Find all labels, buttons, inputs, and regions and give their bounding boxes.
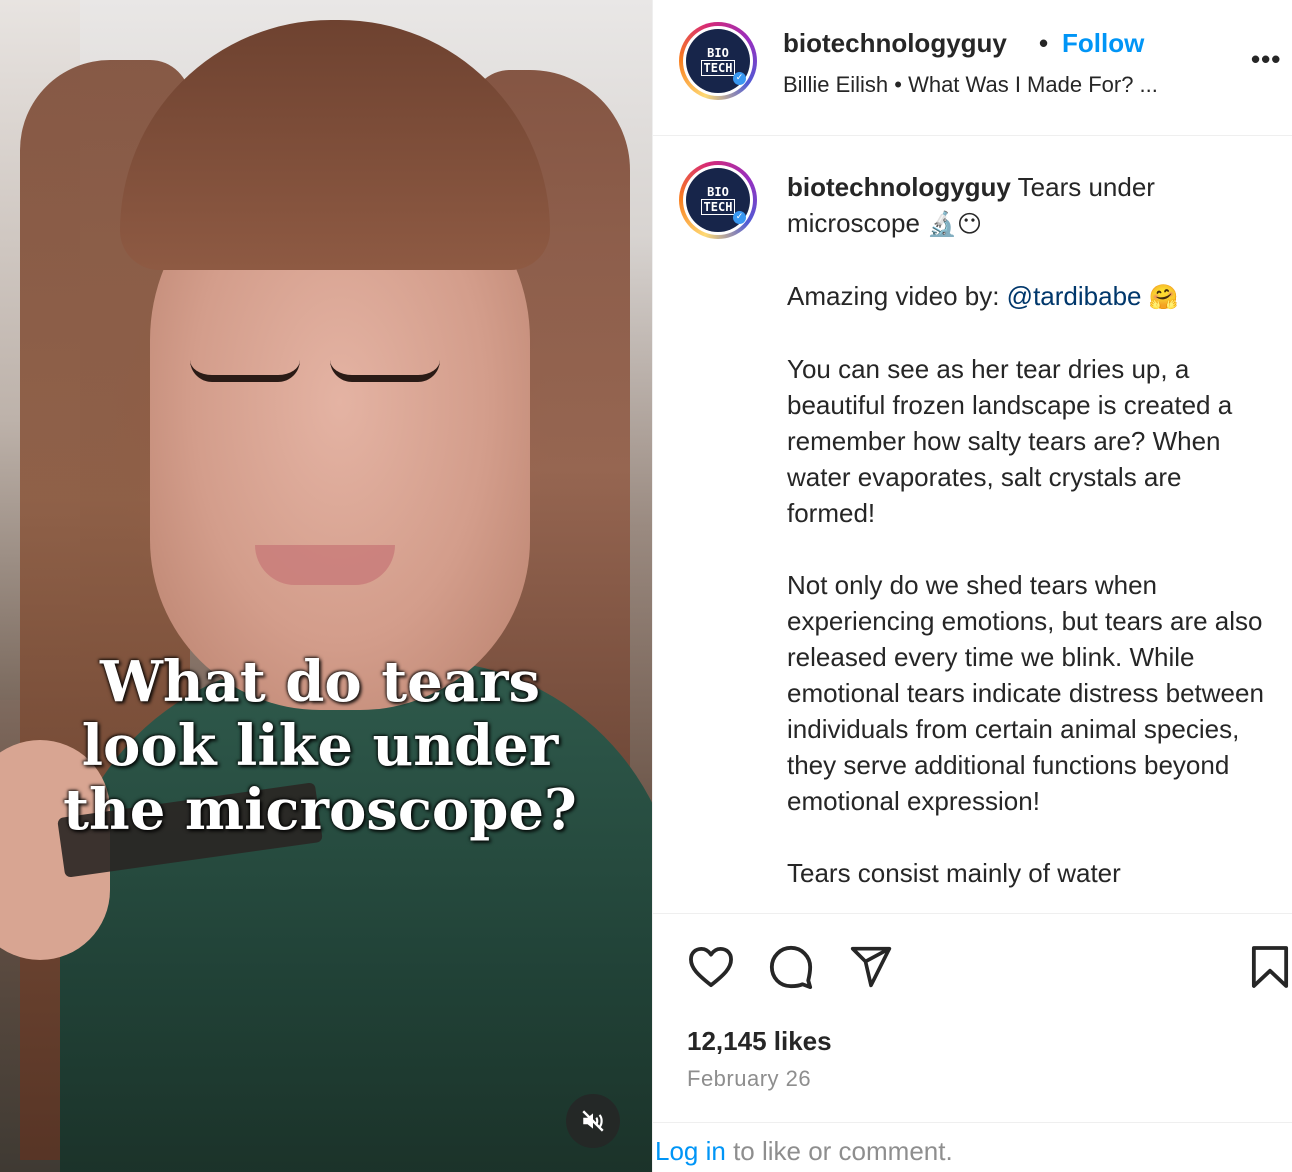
overlay-line: the microscope? xyxy=(63,777,577,843)
comment-icon xyxy=(769,945,813,990)
caption-paragraph: You can see as her tear dries up, a beau… xyxy=(787,354,1233,528)
verified-badge-icon: ✓ xyxy=(733,72,746,85)
video-figure-hair xyxy=(120,20,550,270)
overlay-line: What do tears xyxy=(99,649,541,715)
caption-username[interactable]: biotechnologyguy xyxy=(787,172,1011,202)
avatar-image: BIO TECH ✓ xyxy=(686,168,750,232)
login-prompt: Log in to like or comment. xyxy=(655,1136,953,1166)
video-figure-mouth xyxy=(255,545,395,585)
separator-dot: • xyxy=(1039,28,1049,58)
caption-credit: Amazing video by: @tardibabe 🤗 xyxy=(787,281,1179,311)
mute-button[interactable] xyxy=(566,1094,620,1148)
post-author-username[interactable]: biotechnologyguy xyxy=(783,28,1007,59)
heart-icon xyxy=(689,946,733,988)
more-options-icon[interactable]: ••• xyxy=(1251,44,1281,75)
mention-link[interactable]: @tardibabe xyxy=(1007,281,1142,311)
like-button[interactable] xyxy=(686,942,736,992)
share-button[interactable] xyxy=(846,942,896,992)
hug-emoji-icon: 🤗 xyxy=(1148,283,1179,311)
microscope-emoji-icon: 🔬😶 xyxy=(927,210,983,238)
comment-button[interactable] xyxy=(766,942,816,992)
video-figure-eye xyxy=(330,360,440,382)
verified-badge-icon: ✓ xyxy=(733,211,746,224)
avatar-image: BIO TECH ✓ xyxy=(686,29,750,93)
caption-title: biotechnologyguy Tears under microscope … xyxy=(787,172,1155,238)
audio-track-link[interactable]: Billie Eilish • What Was I Made For? ... xyxy=(783,72,1158,98)
save-button[interactable] xyxy=(1245,942,1292,992)
video-overlay-caption: What do tears look like under the micros… xyxy=(0,650,640,842)
overlay-line: look like under xyxy=(81,713,559,779)
login-link[interactable]: Log in xyxy=(655,1136,726,1166)
post-sidebar: BIO TECH ✓ biotechnologyguy • Follow Bil… xyxy=(652,0,1292,1172)
speaker-muted-icon xyxy=(582,1110,604,1132)
video-figure-eye xyxy=(190,360,300,382)
caption-avatar[interactable]: BIO TECH ✓ xyxy=(679,161,757,239)
post-header: BIO TECH ✓ biotechnologyguy • Follow Bil… xyxy=(653,0,1292,136)
like-count[interactable]: 12,145 likes xyxy=(687,1026,832,1057)
post-caption: biotechnologyguy Tears under microscope … xyxy=(787,169,1272,913)
share-icon xyxy=(850,946,892,988)
post-actions: 12,145 likes February 26 xyxy=(653,913,1292,1123)
avatar[interactable]: BIO TECH ✓ xyxy=(679,22,757,100)
caption-scroll-area[interactable]: BIO TECH ✓ biotechnologyguy Tears under … xyxy=(653,137,1292,913)
post-date[interactable]: February 26 xyxy=(687,1066,811,1092)
caption-paragraph: Tears consist mainly of water xyxy=(787,858,1121,888)
caption-paragraph: Not only do we shed tears when experienc… xyxy=(787,570,1264,816)
reel-video[interactable]: What do tears look like under the micros… xyxy=(0,0,652,1172)
follow-button[interactable]: Follow xyxy=(1062,28,1144,59)
bookmark-icon xyxy=(1251,946,1289,988)
